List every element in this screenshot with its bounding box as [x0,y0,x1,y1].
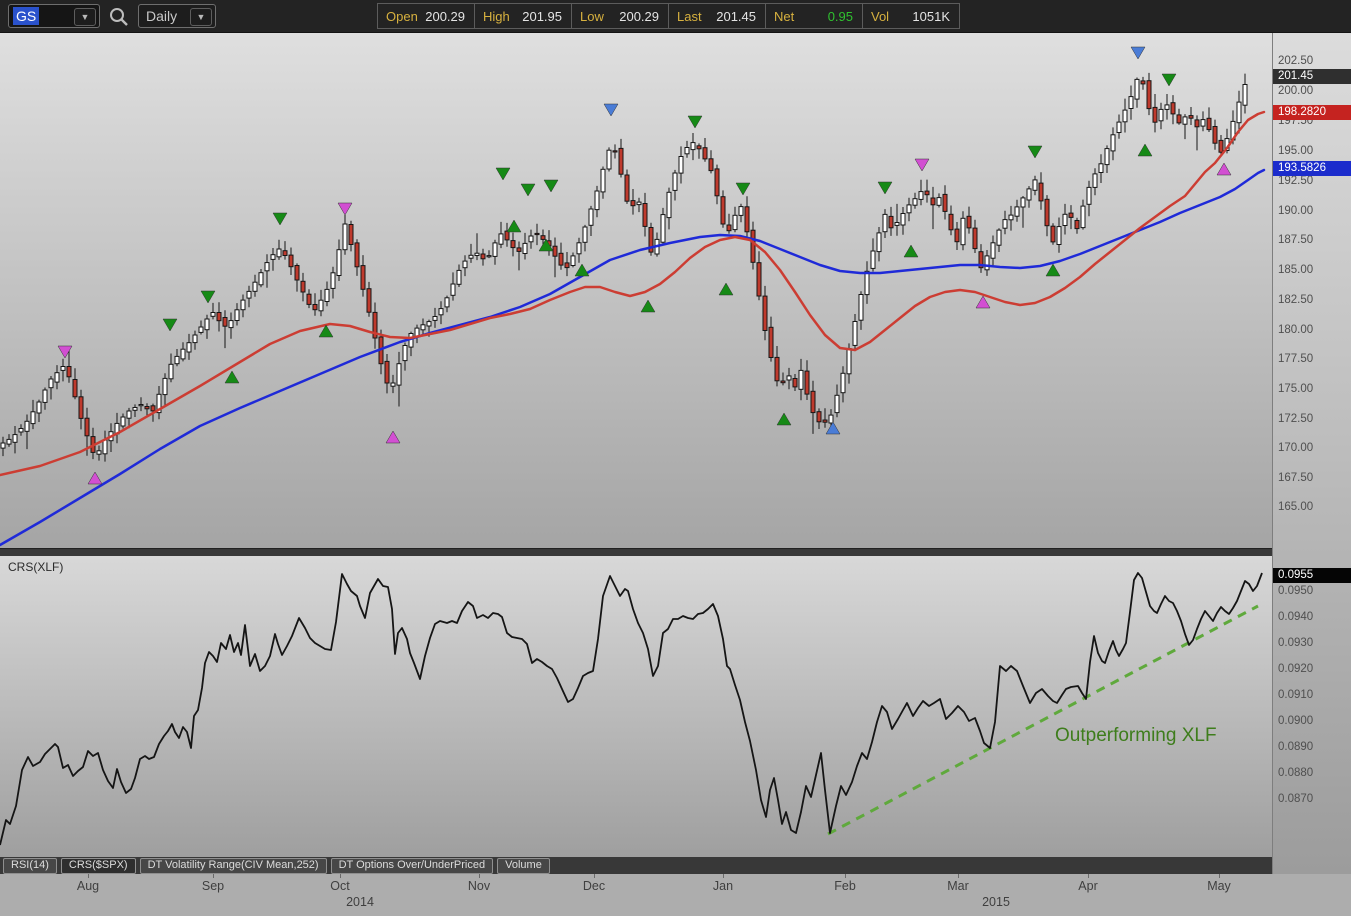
ohlc-field-label: Net [774,8,795,24]
ohlc-field-value: 1051K [912,8,950,24]
month-tick [213,874,214,878]
price-chart-panel[interactable] [0,33,1272,548]
ohlc-field-label: Open [386,8,418,24]
ohlc-field-value: 201.95 [522,8,562,24]
tab-dt-volatility-range-civ-mean-252[interactable]: DT Volatility Range(CIV Mean,252) [139,857,327,874]
month-tick [594,874,595,878]
price-tick-label: 172.50 [1278,413,1314,425]
symbol-text: GS [13,7,40,25]
ohlc-field-value: 201.45 [716,8,756,24]
month-label: Feb [834,879,856,893]
timeframe-select[interactable]: Daily ▼ [138,4,216,28]
tab-dt-options-over-underpriced[interactable]: DT Options Over/UnderPriced [330,857,494,874]
top-toolbar: GS ▼ Daily ▼ Open 200.29 High 201.95 Low… [0,0,1351,33]
ohlc-field-label: High [483,8,510,24]
symbol-dropdown-arrow-icon[interactable]: ▼ [74,8,96,26]
crs-tick-label: 0.0900 [1278,715,1314,727]
price-tick-label: 177.50 [1278,353,1314,365]
price-tick-label: 175.00 [1278,383,1314,395]
crs-tick-label: 0.0920 [1278,663,1314,675]
time-axis-strip: Aug Sep Oct Nov Dec Jan Feb Mar Apr May 2014 2015 [0,874,1351,916]
month-tick [340,874,341,878]
month-label: Apr [1078,879,1098,893]
month-tick [1219,874,1220,878]
ohlc-field-vol: Vol 1051K [862,3,960,29]
month-label: Dec [582,879,606,893]
price-tick-label: 200.00 [1278,85,1314,97]
ohlc-field-last: Last 201.45 [668,3,766,29]
month-tick [88,874,89,878]
last-value-badge: 201.45 [1273,69,1351,84]
tab-crs-spx[interactable]: CRS($SPX) [60,857,136,874]
panel-splitter[interactable] [0,548,1272,556]
ohlc-field-value: 0.95 [827,8,853,24]
trendline-annotation: Outperforming XLF [1055,725,1217,746]
price-tick-label: 170.00 [1278,442,1314,454]
ohlc-field-label: Last [677,8,702,24]
price-tick-label: 192.50 [1278,175,1314,187]
ohlc-field-value: 200.29 [619,8,659,24]
price-chart-canvas[interactable] [0,33,1272,548]
tab-volume[interactable]: Volume [497,857,550,874]
month-tick [479,874,480,878]
symbol-input[interactable]: GS ▼ [8,4,100,28]
search-button[interactable] [108,6,130,28]
ohlc-field-label: Vol [871,8,890,24]
crs-tick-label: 0.0890 [1278,741,1314,753]
last-value-badge: 198.2820 [1273,105,1351,120]
month-tick [845,874,846,878]
price-tick-label: 180.00 [1278,324,1314,336]
month-label: Nov [467,879,491,893]
chart-application-window: GS ▼ Daily ▼ Open 200.29 High 201.95 Low… [0,0,1351,916]
price-tick-label: 195.00 [1278,145,1314,157]
crs-value-badge: 0.0955 [1273,568,1351,583]
month-tick [1088,874,1089,878]
year-label: 2015 [982,895,1010,909]
crs-chart-canvas[interactable]: Outperforming XLF [0,556,1272,857]
crs-indicator-panel[interactable]: CRS(XLF) Outperforming XLF [0,556,1272,857]
crs-tick-label: 0.0880 [1278,767,1314,779]
crs-line [0,572,1263,846]
price-tick-label: 167.50 [1278,472,1314,484]
crs-tick-label: 0.0930 [1278,637,1314,649]
month-label: Oct [330,879,350,893]
month-label: Mar [947,879,969,893]
month-label: May [1207,879,1231,893]
price-tick-label: 187.50 [1278,234,1314,246]
search-icon [110,8,128,26]
ohlc-fields: Open 200.29 High 201.95 Low 200.29 Last … [377,3,960,29]
crs-tick-label: 0.0950 [1278,585,1314,597]
timeframe-label: Daily [146,8,178,24]
tab-rsi-14[interactable]: RSI(14) [3,857,57,874]
price-tick-label: 202.50 [1278,55,1314,67]
crs-tick-label: 0.0870 [1278,793,1314,805]
ohlc-field-high: High 201.95 [474,3,572,29]
month-tick [723,874,724,878]
price-tick-label: 182.50 [1278,294,1314,306]
last-value-badge: 193.5826 [1273,161,1351,176]
year-label: 2014 [346,895,374,909]
month-label: Jan [712,879,734,893]
crs-tick-label: 0.0910 [1278,689,1314,701]
month-tick [958,874,959,878]
crs-tick-label: 0.0940 [1278,611,1314,623]
price-tick-label: 190.00 [1278,205,1314,217]
timeframe-dropdown-arrow-icon[interactable]: ▼ [190,8,212,26]
ohlc-field-value: 200.29 [425,8,465,24]
ohlc-field-open: Open 200.29 [377,3,475,29]
month-label: Sep [201,879,225,893]
month-label: Aug [76,879,100,893]
ohlc-field-label: Low [580,8,604,24]
price-tick-label: 165.00 [1278,501,1314,513]
price-axis-column[interactable]: 202.50 200.00 197.50 195.00 192.50 190.00 187.… [1272,33,1351,874]
price-tick-label: 185.00 [1278,264,1314,276]
indicator-tab-bar: RSI(14) CRS($SPX) DT Volatility Range(CIV … [0,857,1272,874]
ohlc-field-low: Low 200.29 [571,3,669,29]
ohlc-field-net: Net 0.95 [765,3,863,29]
